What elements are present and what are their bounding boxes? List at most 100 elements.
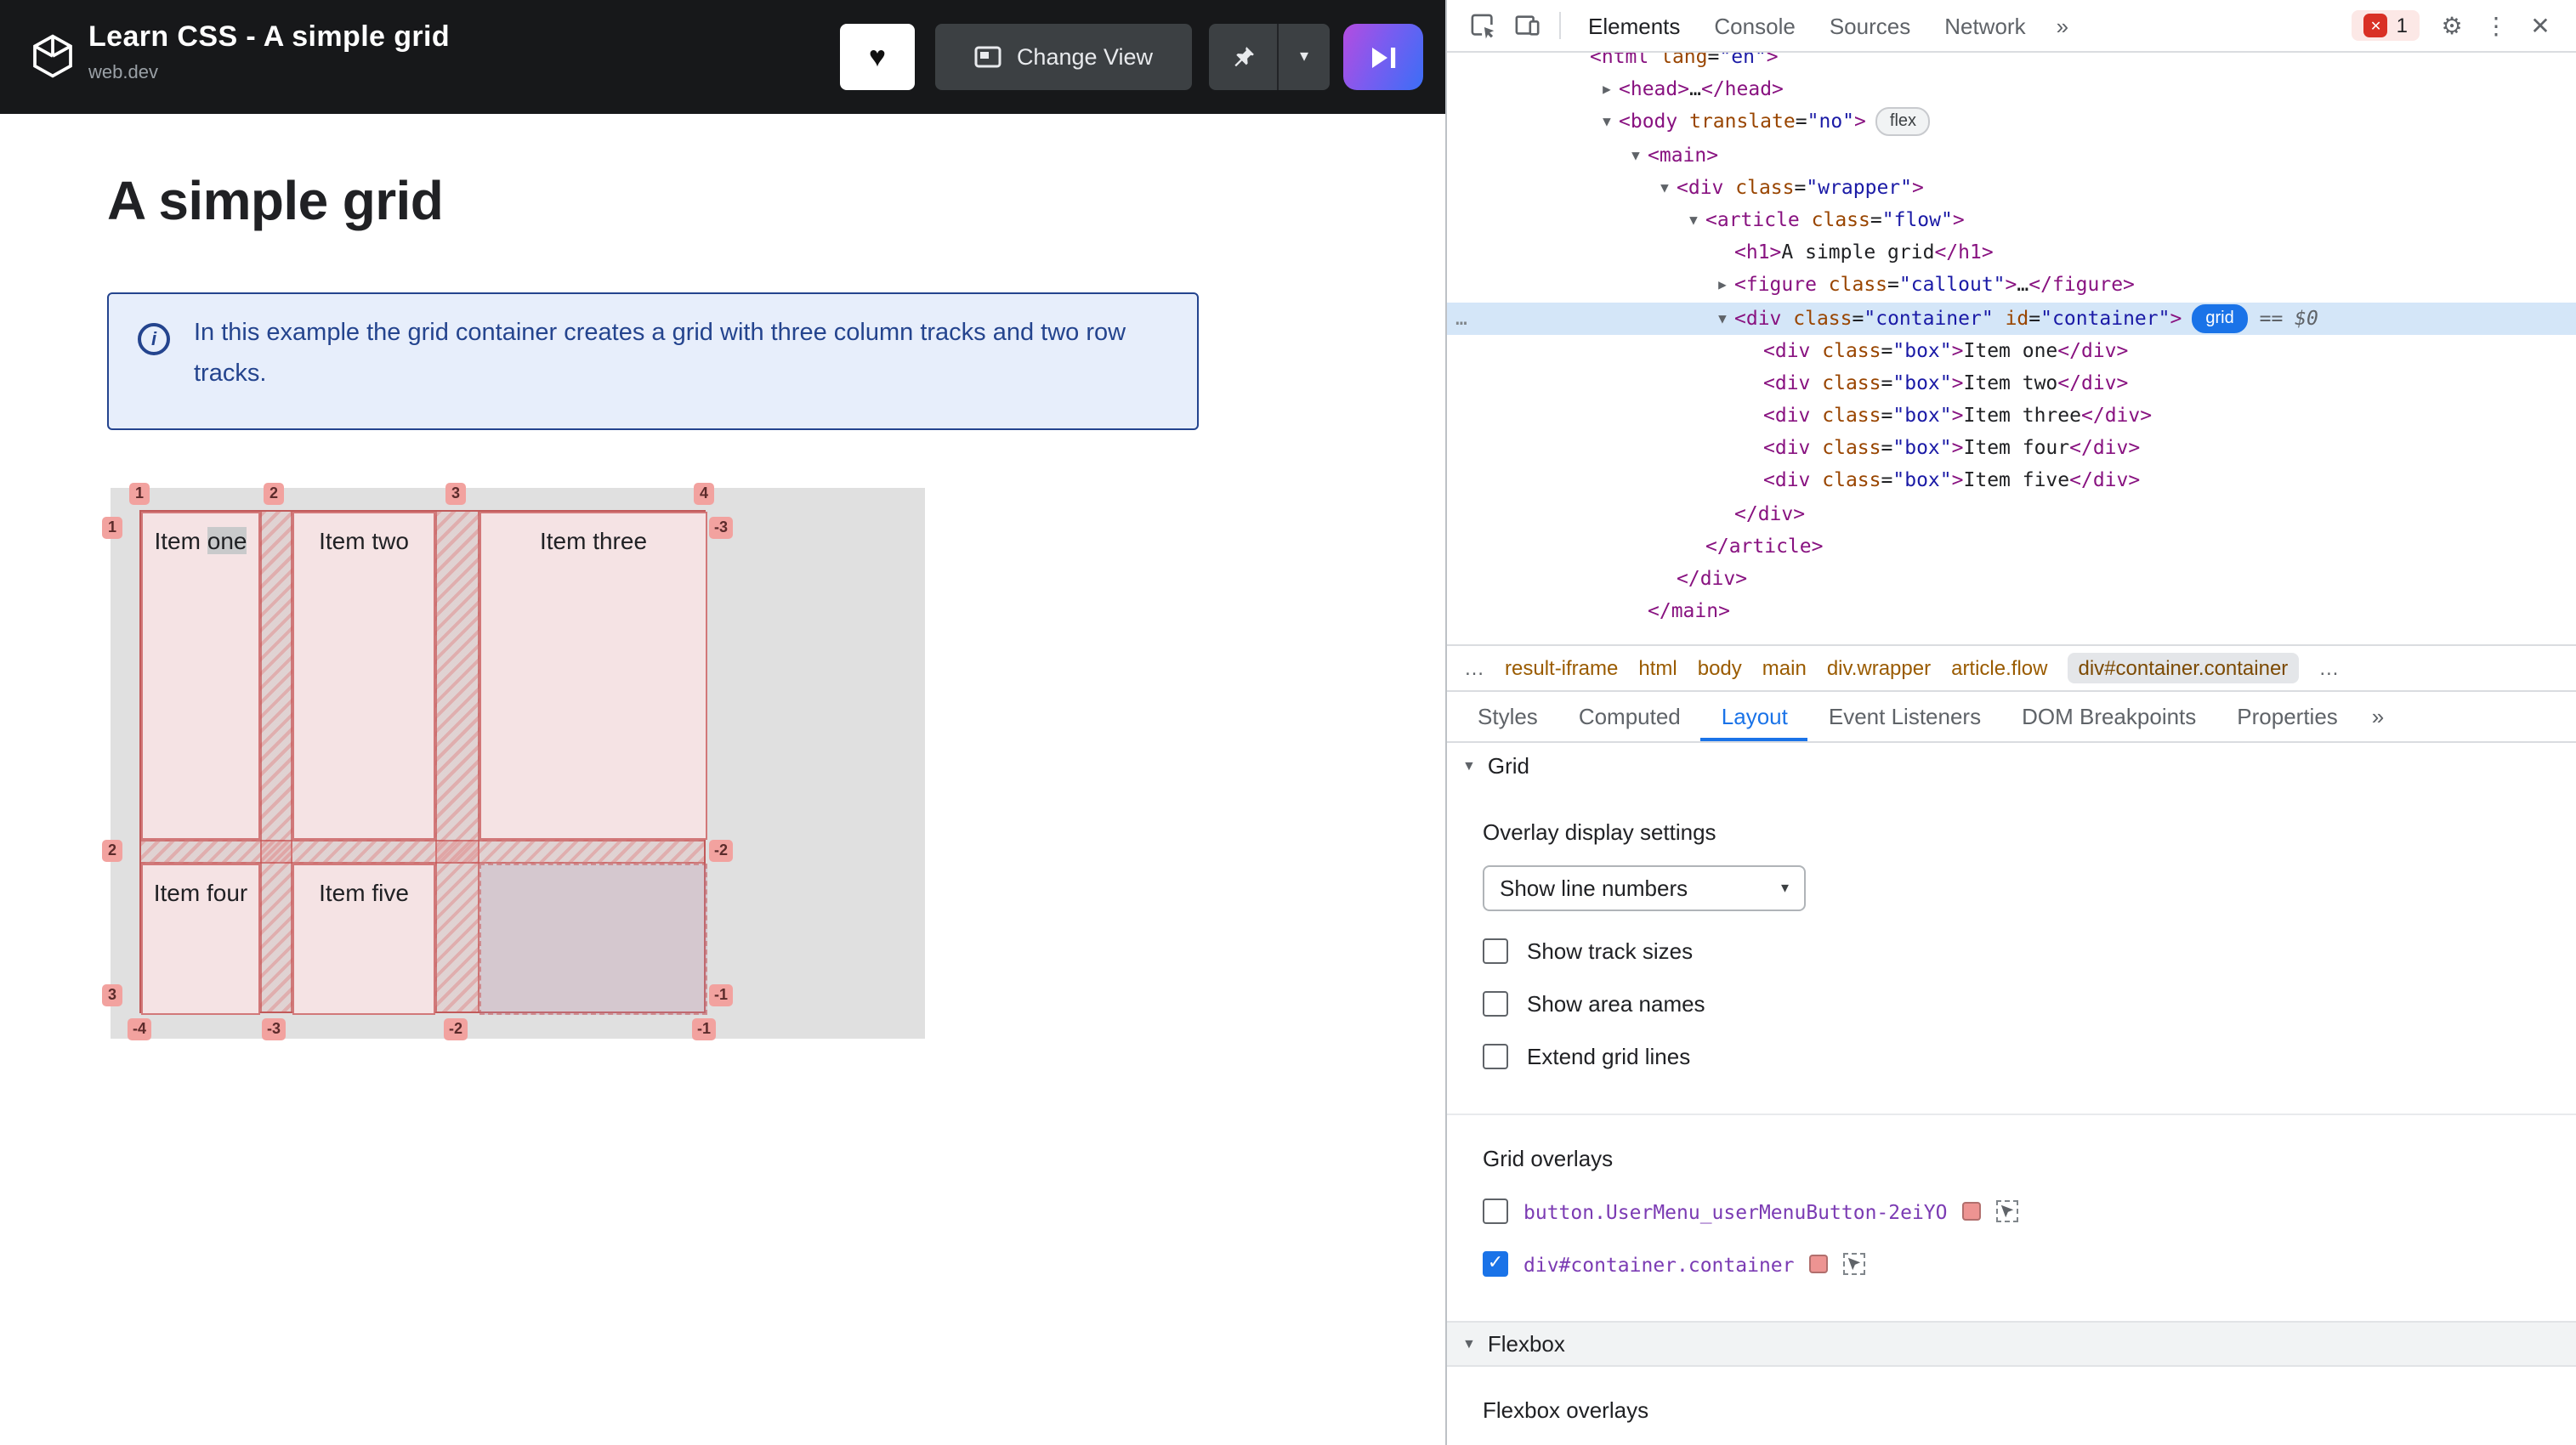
chevron-down-icon: ▾ <box>1299 48 1309 66</box>
more-tabs-button[interactable]: » <box>2043 13 2082 38</box>
checkbox-checked[interactable]: ✓ <box>1483 1251 1508 1277</box>
breadcrumb-item[interactable]: div.wrapper <box>1827 656 1931 680</box>
dom-tree-node[interactable]: </article> <box>1447 530 2576 563</box>
breadcrumb-item[interactable]: body <box>1698 656 1742 680</box>
dom-token: <div <box>1763 435 1811 460</box>
grid-badge[interactable]: grid <box>2192 303 2248 332</box>
overlay-color-swatch[interactable] <box>1809 1255 1829 1273</box>
tab-properties[interactable]: Properties <box>2216 692 2358 741</box>
tree-expanded-arrow-icon[interactable]: ▼ <box>1654 172 1675 204</box>
dom-tree-node[interactable]: <h1>A simple grid</h1> <box>1447 236 2576 269</box>
dom-token: > <box>1951 337 1964 362</box>
dom-tree-node[interactable]: <html lang="en"> <box>1447 53 2576 73</box>
tree-collapsed-arrow-icon[interactable]: ▶ <box>1712 269 1733 302</box>
dom-tree-node[interactable]: ▶ <figure class="callout">…</figure> <box>1447 269 2576 302</box>
dom-token: = <box>1881 435 1893 460</box>
tab-event-listeners[interactable]: Event Listeners <box>1808 692 2001 741</box>
dom-token: "wrapper" <box>1806 174 1912 199</box>
dom-tree-node[interactable]: <div class="box">Item five</div> <box>1447 465 2576 497</box>
dom-token: Item one <box>1963 337 2058 362</box>
flexbox-section-header[interactable]: ▼ Flexbox <box>1447 1321 2576 1367</box>
grid-section-title: Grid <box>1487 753 1529 779</box>
flex-badge[interactable]: flex <box>1875 107 1931 137</box>
dom-tree-node[interactable]: ▼ <div class="wrapper"> <box>1447 172 2576 204</box>
breadcrumb-item[interactable]: result-iframe <box>1505 656 1618 680</box>
dom-tree-node[interactable]: </div> <box>1447 497 2576 530</box>
dom-tree-node[interactable]: … ▼ <div class="container" id="container">… <box>1447 302 2576 335</box>
tab-computed[interactable]: Computed <box>1558 692 1701 741</box>
dom-token: </main> <box>1648 598 1730 623</box>
pin-button[interactable] <box>1209 24 1277 90</box>
show-overlay-icon[interactable] <box>1996 1200 2019 1222</box>
dom-tree-node[interactable]: ▼ <main> <box>1447 139 2576 171</box>
tree-expanded-arrow-icon[interactable]: ▼ <box>1597 106 1617 139</box>
change-view-button[interactable]: Change View <box>935 24 1192 90</box>
breadcrumb-item[interactable]: main <box>1762 656 1807 680</box>
tree-expanded-arrow-icon[interactable]: ▼ <box>1712 302 1733 334</box>
grid-section-header[interactable]: ▼ Grid <box>1447 743 2576 789</box>
breadcrumb-overflow-right[interactable]: … <box>2318 656 2339 680</box>
grid-line-number-badge: -1 <box>709 984 734 1006</box>
breadcrumb-item[interactable]: div#container.container <box>2068 653 2299 683</box>
display-option-label: Show track sizes <box>1527 938 1694 964</box>
line-numbers-select[interactable]: Show line numbers ▾ <box>1483 865 1806 911</box>
device-toolbar-icon[interactable] <box>1505 5 1549 46</box>
devtools-tab-sources[interactable]: Sources <box>1813 0 1927 52</box>
breadcrumb-item[interactable]: article.flow <box>1951 656 2047 680</box>
tree-expanded-arrow-icon[interactable]: ▼ <box>1683 204 1704 236</box>
dom-token: = <box>1881 468 1893 492</box>
grid-overlays-list: button.UserMenu_userMenuButton-2eiYO ✓ div… <box>1483 1198 2549 1277</box>
tree-collapsed-arrow-icon[interactable]: ▶ <box>1597 73 1617 105</box>
dom-tree-node[interactable]: </div> <box>1447 563 2576 595</box>
browser-page: Learn CSS - A simple grid web.dev ♥ Chan… <box>0 0 1445 1445</box>
tab-styles[interactable]: Styles <box>1457 692 1558 741</box>
tab-layout[interactable]: Layout <box>1701 692 1808 741</box>
checkbox-unchecked[interactable] <box>1483 938 1508 964</box>
overlay-element-label[interactable]: div#container.container <box>1523 1252 1795 1276</box>
show-overlay-icon[interactable] <box>1843 1253 1866 1275</box>
pin-menu-button[interactable]: ▾ <box>1279 24 1330 90</box>
breadcrumb-item[interactable]: html <box>1638 656 1677 680</box>
dom-tree-node[interactable]: <div class="box">Item four</div> <box>1447 433 2576 465</box>
dom-tree-node[interactable]: ▶ <head>…</head> <box>1447 73 2576 105</box>
dom-tree-node[interactable]: ▼ <article class="flow"> <box>1447 204 2576 236</box>
inspect-element-icon[interactable] <box>1461 5 1505 46</box>
dom-token: <head> <box>1619 76 1690 101</box>
devtools-tab-network[interactable]: Network <box>1927 0 2042 52</box>
run-code-button[interactable] <box>1343 24 1423 90</box>
site-name: web.dev <box>88 63 158 83</box>
grid-item-cell: Item one <box>141 512 260 840</box>
dom-token: id <box>1993 305 2029 329</box>
dom-tree-node[interactable]: </main> <box>1447 595 2576 627</box>
overlay-color-swatch[interactable] <box>1962 1202 1982 1221</box>
change-view-label: Change View <box>1016 44 1154 70</box>
checkbox-unchecked[interactable] <box>1483 1198 1508 1224</box>
kebab-menu-icon[interactable]: ⋮ <box>2474 5 2518 46</box>
select-arrow-icon: ▾ <box>1780 879 1789 896</box>
tab-dom-breakpoints[interactable]: DOM Breakpoints <box>2001 692 2216 741</box>
error-count-badge[interactable]: ✕ 1 <box>2352 10 2420 41</box>
close-devtools-icon[interactable]: ✕ <box>2518 5 2562 46</box>
dom-token: = <box>1852 305 1864 329</box>
devtools-tab-elements[interactable]: Elements <box>1571 0 1697 52</box>
checkbox-unchecked[interactable] <box>1483 991 1508 1017</box>
gear-icon[interactable]: ⚙ <box>2430 5 2474 46</box>
grid-overlays-label: Grid overlays <box>1483 1146 1614 1171</box>
grid-line-number-badge: 2 <box>264 483 284 505</box>
breadcrumb-overflow-left[interactable]: … <box>1464 656 1484 680</box>
checkbox-unchecked[interactable] <box>1483 1044 1508 1069</box>
tree-expanded-arrow-icon[interactable]: ▼ <box>1626 139 1646 171</box>
grid-item-cell: Item four <box>141 864 260 1015</box>
overlay-element-label[interactable]: button.UserMenu_userMenuButton-2eiYO <box>1523 1199 1948 1223</box>
webdev-logo[interactable] <box>24 27 82 85</box>
dom-tree-node[interactable]: <div class="box">Item one</div> <box>1447 334 2576 366</box>
dom-token: … <box>2017 272 2029 297</box>
node-options-icon[interactable]: … <box>1455 302 1467 334</box>
dom-tree-node[interactable]: <div class="box">Item three</div> <box>1447 400 2576 432</box>
dom-tree-node[interactable]: <div class="box">Item two</div> <box>1447 367 2576 400</box>
dom-tree-node[interactable]: ▼ <body translate="no"> flex <box>1447 106 2576 139</box>
dom-token: <main> <box>1648 142 1719 167</box>
favorite-button[interactable]: ♥ <box>840 24 915 90</box>
more-sidebar-tabs-button[interactable]: » <box>2358 704 2397 729</box>
devtools-tab-console[interactable]: Console <box>1697 0 1812 52</box>
